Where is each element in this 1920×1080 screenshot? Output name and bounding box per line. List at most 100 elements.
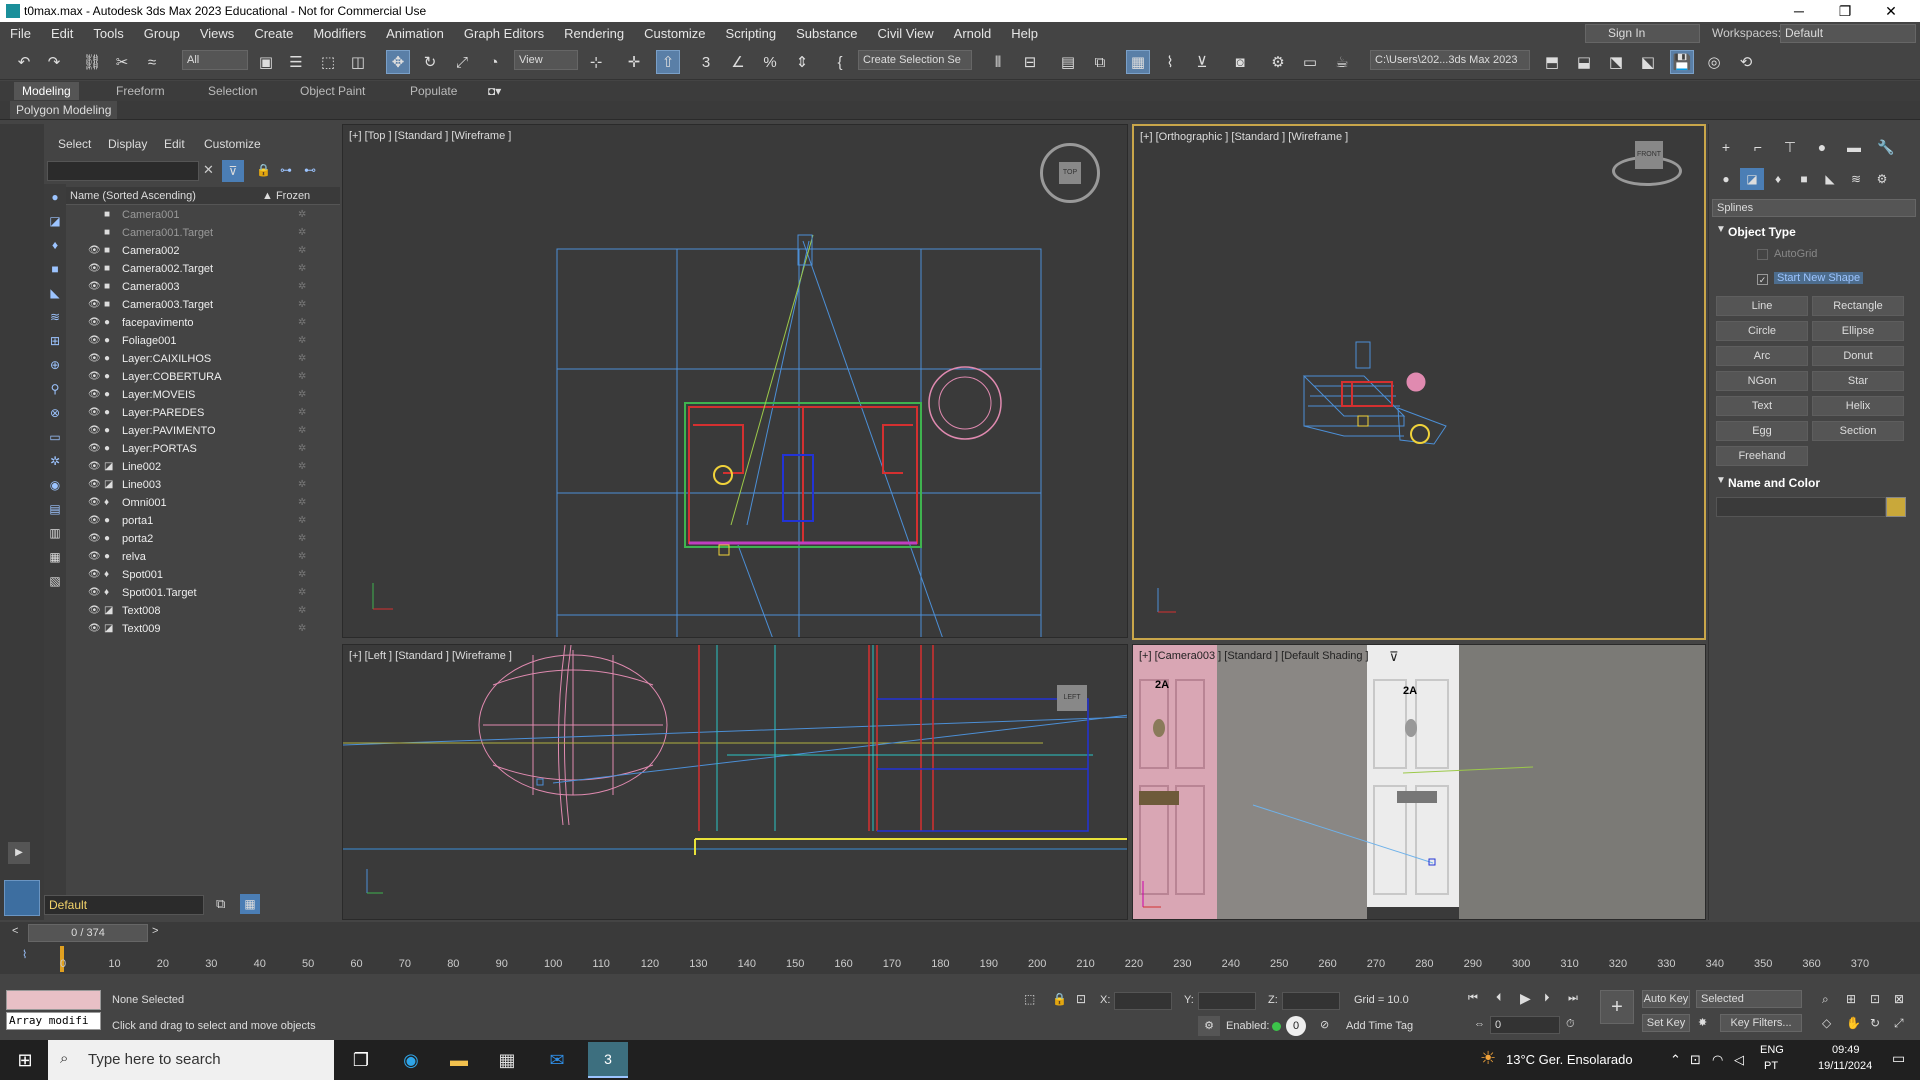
name-and-color-rollout[interactable]: Name and Color: [1712, 474, 1916, 492]
visibility-eye-icon[interactable]: 👁: [88, 422, 101, 440]
scene-row[interactable]: 👁 ● Layer:MOVEIS ✲: [66, 386, 340, 404]
menu-tools[interactable]: Tools: [83, 26, 133, 41]
geometry-filter-icon[interactable]: ●: [46, 188, 64, 206]
selection-lock-icon[interactable]: 🔒: [1052, 992, 1067, 1006]
open-explorer4-icon[interactable]: ⬕: [1636, 50, 1660, 74]
toggle-ribbon-icon[interactable]: ▦: [1126, 50, 1150, 74]
cameras-category-icon[interactable]: ■: [1792, 168, 1816, 190]
scene-row[interactable]: 👁 ♦ Omni001 ✲: [66, 494, 340, 512]
freeze-icon[interactable]: ✲: [298, 530, 306, 548]
scene-row[interactable]: 👁 ● relva ✲: [66, 548, 340, 566]
create-circle-button[interactable]: Circle: [1716, 321, 1808, 341]
arnold-render-icon[interactable]: ⟲: [1734, 50, 1758, 74]
toggle-scene-explorer-icon[interactable]: ▤: [1056, 50, 1080, 74]
container-filter-icon[interactable]: ▭: [46, 428, 64, 446]
lights-category-icon[interactable]: ♦: [1766, 168, 1790, 190]
freeze-icon[interactable]: ✲: [298, 242, 306, 260]
save-icon[interactable]: 💾: [1670, 50, 1694, 74]
autogrid-checkbox[interactable]: [1757, 249, 1768, 260]
list2-icon[interactable]: ▥: [46, 524, 64, 542]
time-tag-icon[interactable]: ⊘: [1320, 1018, 1329, 1031]
spinner-snap-icon[interactable]: ⇕: [790, 50, 814, 74]
polygon-modeling-panel[interactable]: Polygon Modeling: [10, 101, 118, 119]
key-mode-icon[interactable]: ⇔: [1474, 1018, 1485, 1030]
curve-editor-mini-icon[interactable]: ⌇: [22, 948, 27, 961]
start-new-shape-checkbox[interactable]: ✓: [1757, 274, 1768, 285]
scene-row[interactable]: 👁 ◪ Text009 ✲: [66, 620, 340, 638]
set-key-button[interactable]: Set Key: [1642, 1014, 1690, 1032]
visibility-eye-icon[interactable]: 👁: [88, 548, 101, 566]
hierarchy-tab-icon[interactable]: ⊤: [1778, 136, 1802, 158]
render-setup-icon[interactable]: ⚙: [1266, 50, 1290, 74]
freeze-icon[interactable]: ✲: [298, 350, 306, 368]
create-ngon-button[interactable]: NGon: [1716, 371, 1808, 391]
freeze-icon[interactable]: ✲: [298, 314, 306, 332]
visibility-eye-icon[interactable]: 👁: [88, 602, 101, 620]
visibility-eye-icon[interactable]: 👁: [88, 494, 101, 512]
select-by-name-icon[interactable]: ☰: [284, 50, 308, 74]
maxscript-output[interactable]: Array modifi: [6, 1012, 101, 1030]
maximize-viewport-icon[interactable]: ⤢: [1894, 1016, 1904, 1031]
object-type-rollout[interactable]: Object Type: [1712, 223, 1916, 241]
goto-end-icon[interactable]: ⏭: [1568, 992, 1578, 1005]
filter-icon[interactable]: ⊽: [222, 160, 244, 182]
create-rectangle-button[interactable]: Rectangle: [1812, 296, 1904, 316]
menu-scripting[interactable]: Scripting: [716, 26, 787, 41]
viewport-layout-icon[interactable]: [4, 880, 40, 916]
scene-row[interactable]: ■ Camera001 ✲: [66, 206, 340, 224]
minimize-button[interactable]: ─: [1776, 0, 1822, 22]
scene-search-input[interactable]: [47, 161, 199, 181]
freeze-icon[interactable]: ✲: [298, 296, 306, 314]
adaptive-degradation-icon[interactable]: ⚙: [1198, 1016, 1220, 1036]
clear-search-icon[interactable]: ✕: [203, 162, 214, 178]
list4-icon[interactable]: ▧: [46, 572, 64, 590]
viewport-left[interactable]: [+] [Left ] [Standard ] [Wireframe ] LEF…: [342, 644, 1128, 920]
create-section-button[interactable]: Section: [1812, 421, 1904, 441]
display-all-icon[interactable]: ✲: [46, 452, 64, 470]
visibility-filter-icon[interactable]: ◉: [46, 476, 64, 494]
percent-snap-icon[interactable]: %: [758, 50, 782, 74]
z-field[interactable]: [1282, 992, 1340, 1010]
viewport-camera-label[interactable]: [+] [Camera003 ] [Standard ] [Default Sh…: [1139, 650, 1369, 662]
create-text-button[interactable]: Text: [1716, 396, 1808, 416]
placement-icon[interactable]: ◔: [482, 50, 506, 74]
sign-in-button[interactable]: Sign In: [1585, 24, 1700, 43]
xref-filter-icon[interactable]: ⊕: [46, 356, 64, 374]
visibility-eye-icon[interactable]: 👁: [88, 440, 101, 458]
taskbar-search-input[interactable]: Type here to search: [48, 1040, 334, 1080]
hierarchy-icon[interactable]: ⊶: [280, 163, 292, 177]
viewport-orthographic[interactable]: [+] [Orthographic ] [Standard ] [Wirefra…: [1132, 124, 1706, 640]
spacewarp-filter-icon[interactable]: ≋: [46, 308, 64, 326]
bind-space-warp-icon[interactable]: ≈: [140, 50, 164, 74]
visibility-eye-icon[interactable]: 👁: [88, 278, 101, 296]
tab-selection[interactable]: Selection: [208, 82, 257, 100]
arnold-icon[interactable]: ◎: [1702, 50, 1726, 74]
wifi-icon[interactable]: ◠: [1712, 1052, 1723, 1068]
geometry-category-icon[interactable]: ●: [1714, 168, 1738, 190]
zoom-icon[interactable]: ⌕: [1822, 992, 1829, 1007]
scene-row[interactable]: 👁 ● Foliage001 ✲: [66, 332, 340, 350]
menu-substance[interactable]: Substance: [786, 26, 867, 41]
menu-graph-editors[interactable]: Graph Editors: [454, 26, 554, 41]
mail-icon[interactable]: ✉: [542, 1046, 572, 1074]
visibility-eye-icon[interactable]: 👁: [88, 296, 101, 314]
create-donut-button[interactable]: Donut: [1812, 346, 1904, 366]
create-tab-icon[interactable]: +: [1714, 136, 1738, 158]
freeze-icon[interactable]: ✲: [298, 584, 306, 602]
systems-category-icon[interactable]: ⚙: [1870, 168, 1894, 190]
camera-filter-icon[interactable]: ⊽: [1389, 649, 1399, 665]
goto-start-icon[interactable]: ⏮: [1468, 992, 1478, 1005]
restore-button[interactable]: ❐: [1822, 0, 1868, 22]
tray-arrow-icon[interactable]: ⌃: [1670, 1052, 1681, 1068]
tab-modeling[interactable]: Modeling: [14, 82, 79, 100]
schematic-view-icon[interactable]: ⊻: [1190, 50, 1214, 74]
play-icon[interactable]: ▶: [1520, 990, 1531, 1007]
create-egg-button[interactable]: Egg: [1716, 421, 1808, 441]
category-select[interactable]: Splines: [1712, 199, 1916, 217]
isolate-icon[interactable]: ⬚: [1024, 992, 1035, 1006]
scene-row[interactable]: 👁 ● Layer:PAVIMENTO ✲: [66, 422, 340, 440]
freeze-icon[interactable]: ✲: [298, 224, 306, 242]
freeze-icon[interactable]: ✲: [298, 566, 306, 584]
scene-row[interactable]: 👁 ■ Camera002.Target ✲: [66, 260, 340, 278]
scene-row[interactable]: 👁 ◪ Line003 ✲: [66, 476, 340, 494]
